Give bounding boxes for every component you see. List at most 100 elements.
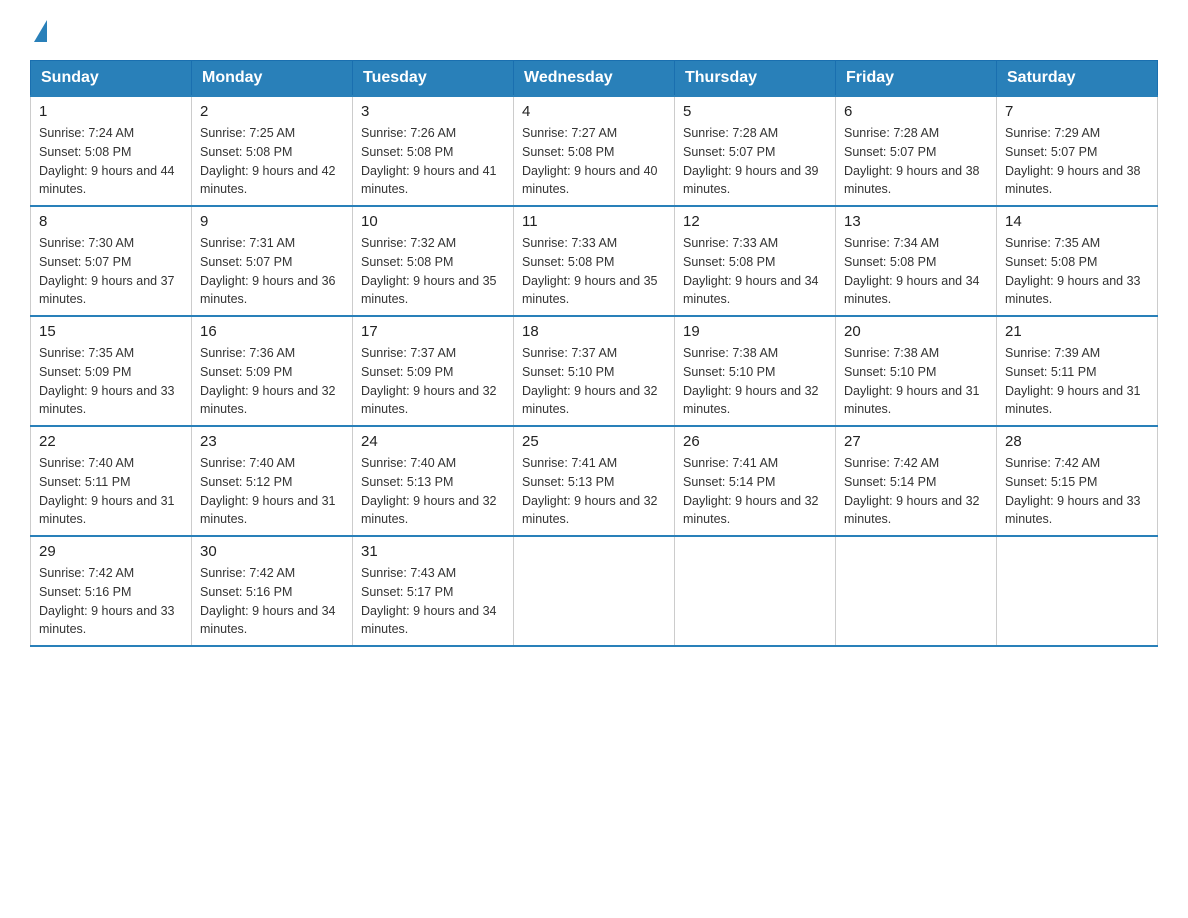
day-header-friday: Friday [836, 61, 997, 97]
page-header [30, 20, 1158, 40]
calendar-cell: 19 Sunrise: 7:38 AMSunset: 5:10 PMDayligh… [675, 316, 836, 426]
calendar-cell: 14Sunrise: 7:35 AMSunset: 5:08 PMDayligh… [997, 206, 1158, 316]
calendar-cell: 20 Sunrise: 7:38 AMSunset: 5:10 PMDayligh… [836, 316, 997, 426]
day-info: Sunrise: 7:28 AMSunset: 5:07 PMDaylight:… [844, 124, 988, 199]
calendar-cell: 2 Sunrise: 7:25 AMSunset: 5:08 PMDaylight… [192, 96, 353, 206]
day-number: 25 [522, 433, 666, 450]
day-number: 11 [522, 213, 666, 230]
calendar-cell: 24 Sunrise: 7:40 AMSunset: 5:13 PMDayligh… [353, 426, 514, 536]
calendar-cell: 12 Sunrise: 7:33 AMSunset: 5:08 PMDayligh… [675, 206, 836, 316]
calendar-cell: 23 Sunrise: 7:40 AMSunset: 5:12 PMDayligh… [192, 426, 353, 536]
calendar-cell: 18 Sunrise: 7:37 AMSunset: 5:10 PMDayligh… [514, 316, 675, 426]
day-number: 31 [361, 543, 505, 560]
day-number: 22 [39, 433, 183, 450]
day-info: Sunrise: 7:26 AMSunset: 5:08 PMDaylight:… [361, 124, 505, 199]
day-number: 28 [1005, 433, 1149, 450]
day-info: Sunrise: 7:29 AMSunset: 5:07 PMDaylight:… [1005, 124, 1149, 199]
day-header-saturday: Saturday [997, 61, 1158, 97]
calendar-cell [997, 536, 1158, 646]
day-number: 19 [683, 323, 827, 340]
day-info: Sunrise: 7:40 AMSunset: 5:13 PMDaylight:… [361, 454, 505, 529]
calendar-cell: 5 Sunrise: 7:28 AMSunset: 5:07 PMDaylight… [675, 96, 836, 206]
day-header-thursday: Thursday [675, 61, 836, 97]
day-number: 15 [39, 323, 183, 340]
calendar-cell: 25 Sunrise: 7:41 AMSunset: 5:13 PMDayligh… [514, 426, 675, 536]
calendar-cell: 22 Sunrise: 7:40 AMSunset: 5:11 PMDayligh… [31, 426, 192, 536]
day-number: 23 [200, 433, 344, 450]
calendar-cell [675, 536, 836, 646]
day-info: Sunrise: 7:33 AMSunset: 5:08 PMDaylight:… [522, 234, 666, 309]
week-row-4: 22 Sunrise: 7:40 AMSunset: 5:11 PMDayligh… [31, 426, 1158, 536]
calendar-cell: 31 Sunrise: 7:43 AMSunset: 5:17 PMDayligh… [353, 536, 514, 646]
calendar-cell: 1 Sunrise: 7:24 AMSunset: 5:08 PMDaylight… [31, 96, 192, 206]
day-header-monday: Monday [192, 61, 353, 97]
day-number: 5 [683, 103, 827, 120]
day-info: Sunrise: 7:39 AMSunset: 5:11 PMDaylight:… [1005, 344, 1149, 419]
day-info: Sunrise: 7:24 AMSunset: 5:08 PMDaylight:… [39, 124, 183, 199]
day-info: Sunrise: 7:31 AMSunset: 5:07 PMDaylight:… [200, 234, 344, 309]
day-headers-row: SundayMondayTuesdayWednesdayThursdayFrid… [31, 61, 1158, 97]
day-info: Sunrise: 7:42 AMSunset: 5:15 PMDaylight:… [1005, 454, 1149, 529]
logo [30, 20, 47, 40]
calendar-cell: 29 Sunrise: 7:42 AMSunset: 5:16 PMDayligh… [31, 536, 192, 646]
day-number: 24 [361, 433, 505, 450]
calendar-cell: 30Sunrise: 7:42 AMSunset: 5:16 PMDayligh… [192, 536, 353, 646]
calendar-cell: 27 Sunrise: 7:42 AMSunset: 5:14 PMDayligh… [836, 426, 997, 536]
day-info: Sunrise: 7:37 AMSunset: 5:09 PMDaylight:… [361, 344, 505, 419]
day-info: Sunrise: 7:33 AMSunset: 5:08 PMDaylight:… [683, 234, 827, 309]
week-row-1: 1 Sunrise: 7:24 AMSunset: 5:08 PMDaylight… [31, 96, 1158, 206]
calendar-cell: 4Sunrise: 7:27 AMSunset: 5:08 PMDaylight… [514, 96, 675, 206]
day-info: Sunrise: 7:42 AMSunset: 5:16 PMDaylight:… [39, 564, 183, 639]
day-number: 14 [1005, 213, 1149, 230]
day-info: Sunrise: 7:30 AMSunset: 5:07 PMDaylight:… [39, 234, 183, 309]
calendar-cell: 7Sunrise: 7:29 AMSunset: 5:07 PMDaylight… [997, 96, 1158, 206]
day-number: 2 [200, 103, 344, 120]
day-info: Sunrise: 7:35 AMSunset: 5:09 PMDaylight:… [39, 344, 183, 419]
day-number: 21 [1005, 323, 1149, 340]
calendar-cell: 9Sunrise: 7:31 AMSunset: 5:07 PMDaylight… [192, 206, 353, 316]
day-info: Sunrise: 7:38 AMSunset: 5:10 PMDaylight:… [844, 344, 988, 419]
day-number: 16 [200, 323, 344, 340]
day-info: Sunrise: 7:38 AMSunset: 5:10 PMDaylight:… [683, 344, 827, 419]
day-number: 20 [844, 323, 988, 340]
day-info: Sunrise: 7:40 AMSunset: 5:11 PMDaylight:… [39, 454, 183, 529]
day-info: Sunrise: 7:42 AMSunset: 5:16 PMDaylight:… [200, 564, 344, 639]
week-row-5: 29 Sunrise: 7:42 AMSunset: 5:16 PMDayligh… [31, 536, 1158, 646]
day-number: 29 [39, 543, 183, 560]
week-row-3: 15 Sunrise: 7:35 AMSunset: 5:09 PMDayligh… [31, 316, 1158, 426]
week-row-2: 8Sunrise: 7:30 AMSunset: 5:07 PMDaylight… [31, 206, 1158, 316]
day-info: Sunrise: 7:40 AMSunset: 5:12 PMDaylight:… [200, 454, 344, 529]
day-info: Sunrise: 7:41 AMSunset: 5:14 PMDaylight:… [683, 454, 827, 529]
day-number: 27 [844, 433, 988, 450]
calendar-cell: 8Sunrise: 7:30 AMSunset: 5:07 PMDaylight… [31, 206, 192, 316]
day-number: 13 [844, 213, 988, 230]
day-info: Sunrise: 7:41 AMSunset: 5:13 PMDaylight:… [522, 454, 666, 529]
day-number: 10 [361, 213, 505, 230]
day-number: 6 [844, 103, 988, 120]
day-header-sunday: Sunday [31, 61, 192, 97]
day-info: Sunrise: 7:43 AMSunset: 5:17 PMDaylight:… [361, 564, 505, 639]
day-number: 3 [361, 103, 505, 120]
day-number: 12 [683, 213, 827, 230]
day-number: 17 [361, 323, 505, 340]
day-number: 18 [522, 323, 666, 340]
day-info: Sunrise: 7:42 AMSunset: 5:14 PMDaylight:… [844, 454, 988, 529]
day-number: 1 [39, 103, 183, 120]
calendar-cell: 16 Sunrise: 7:36 AMSunset: 5:09 PMDayligh… [192, 316, 353, 426]
day-info: Sunrise: 7:32 AMSunset: 5:08 PMDaylight:… [361, 234, 505, 309]
calendar-cell: 11 Sunrise: 7:33 AMSunset: 5:08 PMDayligh… [514, 206, 675, 316]
day-header-wednesday: Wednesday [514, 61, 675, 97]
day-info: Sunrise: 7:34 AMSunset: 5:08 PMDaylight:… [844, 234, 988, 309]
calendar-cell: 26Sunrise: 7:41 AMSunset: 5:14 PMDayligh… [675, 426, 836, 536]
calendar-cell [836, 536, 997, 646]
day-info: Sunrise: 7:27 AMSunset: 5:08 PMDaylight:… [522, 124, 666, 199]
day-info: Sunrise: 7:37 AMSunset: 5:10 PMDaylight:… [522, 344, 666, 419]
calendar-cell: 6 Sunrise: 7:28 AMSunset: 5:07 PMDaylight… [836, 96, 997, 206]
calendar-cell [514, 536, 675, 646]
calendar-cell: 17 Sunrise: 7:37 AMSunset: 5:09 PMDayligh… [353, 316, 514, 426]
day-info: Sunrise: 7:36 AMSunset: 5:09 PMDaylight:… [200, 344, 344, 419]
day-info: Sunrise: 7:28 AMSunset: 5:07 PMDaylight:… [683, 124, 827, 199]
calendar-table: SundayMondayTuesdayWednesdayThursdayFrid… [30, 60, 1158, 647]
day-info: Sunrise: 7:25 AMSunset: 5:08 PMDaylight:… [200, 124, 344, 199]
calendar-cell: 3 Sunrise: 7:26 AMSunset: 5:08 PMDaylight… [353, 96, 514, 206]
